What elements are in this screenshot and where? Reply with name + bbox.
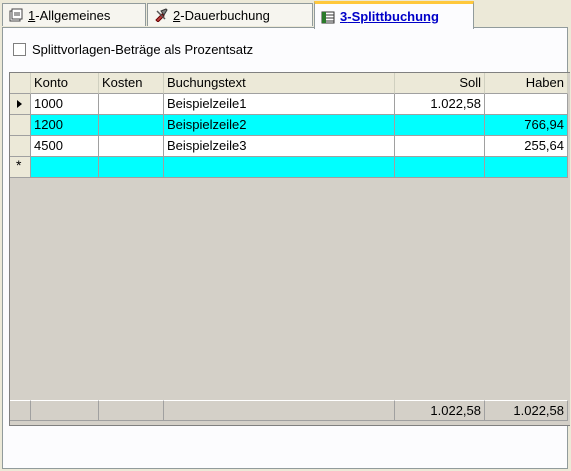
totals-indicator [10, 400, 31, 421]
cell-kosten[interactable] [99, 94, 164, 115]
cell-buchungstext[interactable]: Beispielzeile2 [164, 115, 395, 136]
percent-option[interactable]: Splittvorlagen-Beträge als Prozentsatz [13, 42, 253, 57]
current-row-indicator[interactable] [10, 94, 31, 115]
table-row[interactable]: 1200 Beispielzeile2 766,94 [10, 115, 568, 136]
cell-buchungstext[interactable]: Beispielzeile1 [164, 94, 395, 115]
col-header-haben[interactable]: Haben [485, 73, 568, 94]
totals-konto [31, 400, 99, 421]
tab-dauerbuchung[interactable]: 2-Dauerbuchung [147, 3, 313, 26]
cell-soll[interactable] [395, 115, 485, 136]
cell-kosten[interactable] [99, 136, 164, 157]
tab-label: -Allgemeines [35, 7, 111, 23]
split-grid[interactable]: Konto Kosten Buchungstext Soll Haben 100… [9, 72, 570, 426]
col-header-soll[interactable]: Soll [395, 73, 485, 94]
grid-header: Konto Kosten Buchungstext Soll Haben [10, 73, 568, 94]
cell-kosten[interactable] [99, 115, 164, 136]
col-header-konto[interactable]: Konto [31, 73, 99, 94]
tab-strip: 1-Allgemeines 2-Dauerbuchung 3-Splittbuc… [0, 0, 571, 29]
new-row-indicator[interactable]: * [10, 157, 31, 178]
cell-soll[interactable] [395, 136, 485, 157]
total-soll: 1.022,58 [395, 400, 485, 421]
percent-checkbox-label: Splittvorlagen-Beträge als Prozentsatz [32, 42, 254, 57]
cell-haben[interactable]: 766,94 [485, 115, 568, 136]
cell-buchungstext[interactable]: Beispielzeile3 [164, 136, 395, 157]
cell-konto[interactable]: 1200 [31, 115, 99, 136]
total-haben: 1.022,58 [485, 400, 568, 421]
row-indicator-header [10, 73, 31, 94]
table-row[interactable]: 4500 Beispielzeile3 255,64 [10, 136, 568, 157]
cell-kosten[interactable] [99, 157, 164, 178]
cell-konto[interactable]: 1000 [31, 94, 99, 115]
tab-allgemeines[interactable]: 1-Allgemeines [2, 3, 146, 26]
cell-haben[interactable] [485, 157, 568, 178]
cell-konto[interactable]: 4500 [31, 136, 99, 157]
row-indicator[interactable] [10, 115, 31, 136]
tab-label: -Splittbuchung [347, 9, 439, 24]
col-header-kosten[interactable]: Kosten [99, 73, 164, 94]
cell-haben[interactable] [485, 94, 568, 115]
split-sheet-icon [321, 10, 335, 24]
percent-checkbox[interactable] [13, 43, 26, 56]
tab-splittbuchung[interactable]: 3-Splittbuchung [314, 1, 474, 29]
tab-label: -Dauerbuchung [180, 7, 270, 23]
totals-row: 1.022,58 1.022,58 [10, 400, 568, 421]
new-row-marker: * [16, 157, 22, 173]
col-header-buchungstext[interactable]: Buchungstext [164, 73, 395, 94]
totals-kosten [99, 400, 164, 421]
property-sheet-icon [9, 8, 23, 22]
cell-buchungstext[interactable] [164, 157, 395, 178]
row-indicator[interactable] [10, 136, 31, 157]
cell-konto[interactable] [31, 157, 99, 178]
cell-soll[interactable]: 1.022,58 [395, 94, 485, 115]
tools-icon [154, 8, 168, 23]
new-row[interactable]: * [10, 157, 568, 178]
table-row[interactable]: 1000 Beispielzeile1 1.022,58 [10, 94, 568, 115]
cell-haben[interactable]: 255,64 [485, 136, 568, 157]
cell-soll[interactable] [395, 157, 485, 178]
totals-buchungstext [164, 400, 395, 421]
row-pointer-icon [17, 100, 22, 108]
